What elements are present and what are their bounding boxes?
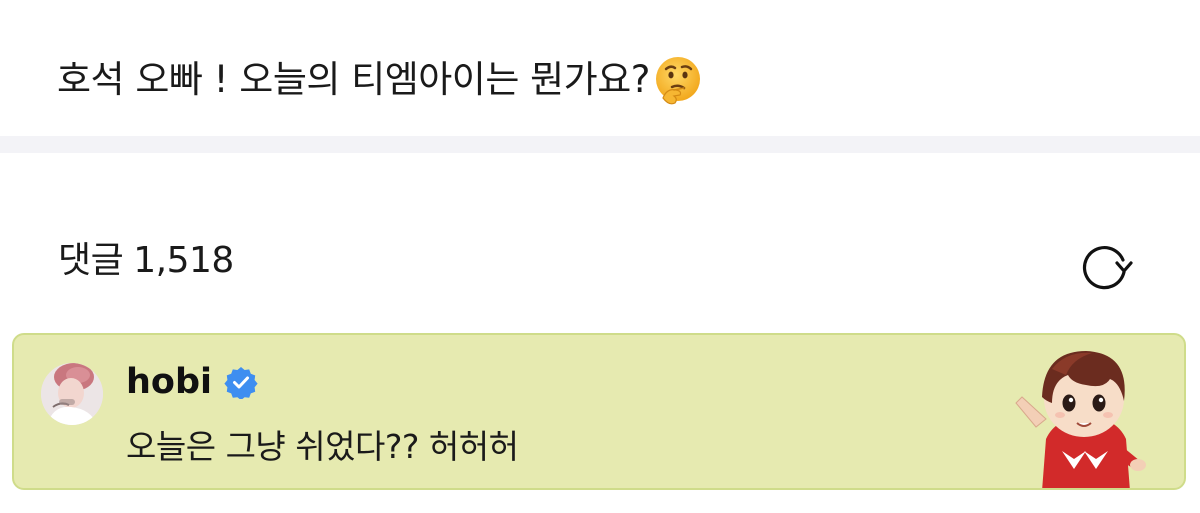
post-text: 호석 오빠 ! 오늘의 티엠아이는 뭔가요? (57, 50, 704, 110)
comment-author-row: hobi (126, 359, 258, 405)
comments-header: 댓글 1,518 (0, 153, 1200, 333)
post-content: 호석 오빠 ! 오늘의 티엠아이는 뭔가요? (0, 0, 1200, 136)
comment-text: 오늘은 그냥 쉬었다?? 허허허 (126, 427, 519, 466)
character-sticker-image (1015, 351, 1146, 488)
comments-count-title: 댓글 1,518 (58, 235, 234, 287)
author-name[interactable]: hobi (126, 359, 212, 405)
highlighted-comment[interactable]: hobi 오늘은 그냥 쉬었다?? 허허허 (12, 333, 1186, 490)
post-page: 호석 오빠 ! 오늘의 티엠아이는 뭔가요? 댓글 1,518 hobi 오늘은… (0, 0, 1200, 513)
comments-label: 댓글 (58, 240, 124, 281)
thinking-face-icon (655, 57, 700, 105)
refresh-icon[interactable] (1076, 237, 1134, 295)
avatar-image (41, 363, 103, 425)
verified-badge-icon (224, 367, 258, 399)
avatar[interactable] (41, 363, 103, 425)
comments-count: 1,518 (133, 240, 234, 281)
post-question: 호석 오빠 ! 오늘의 티엠아이는 뭔가요? (57, 58, 650, 101)
section-divider (0, 136, 1200, 153)
